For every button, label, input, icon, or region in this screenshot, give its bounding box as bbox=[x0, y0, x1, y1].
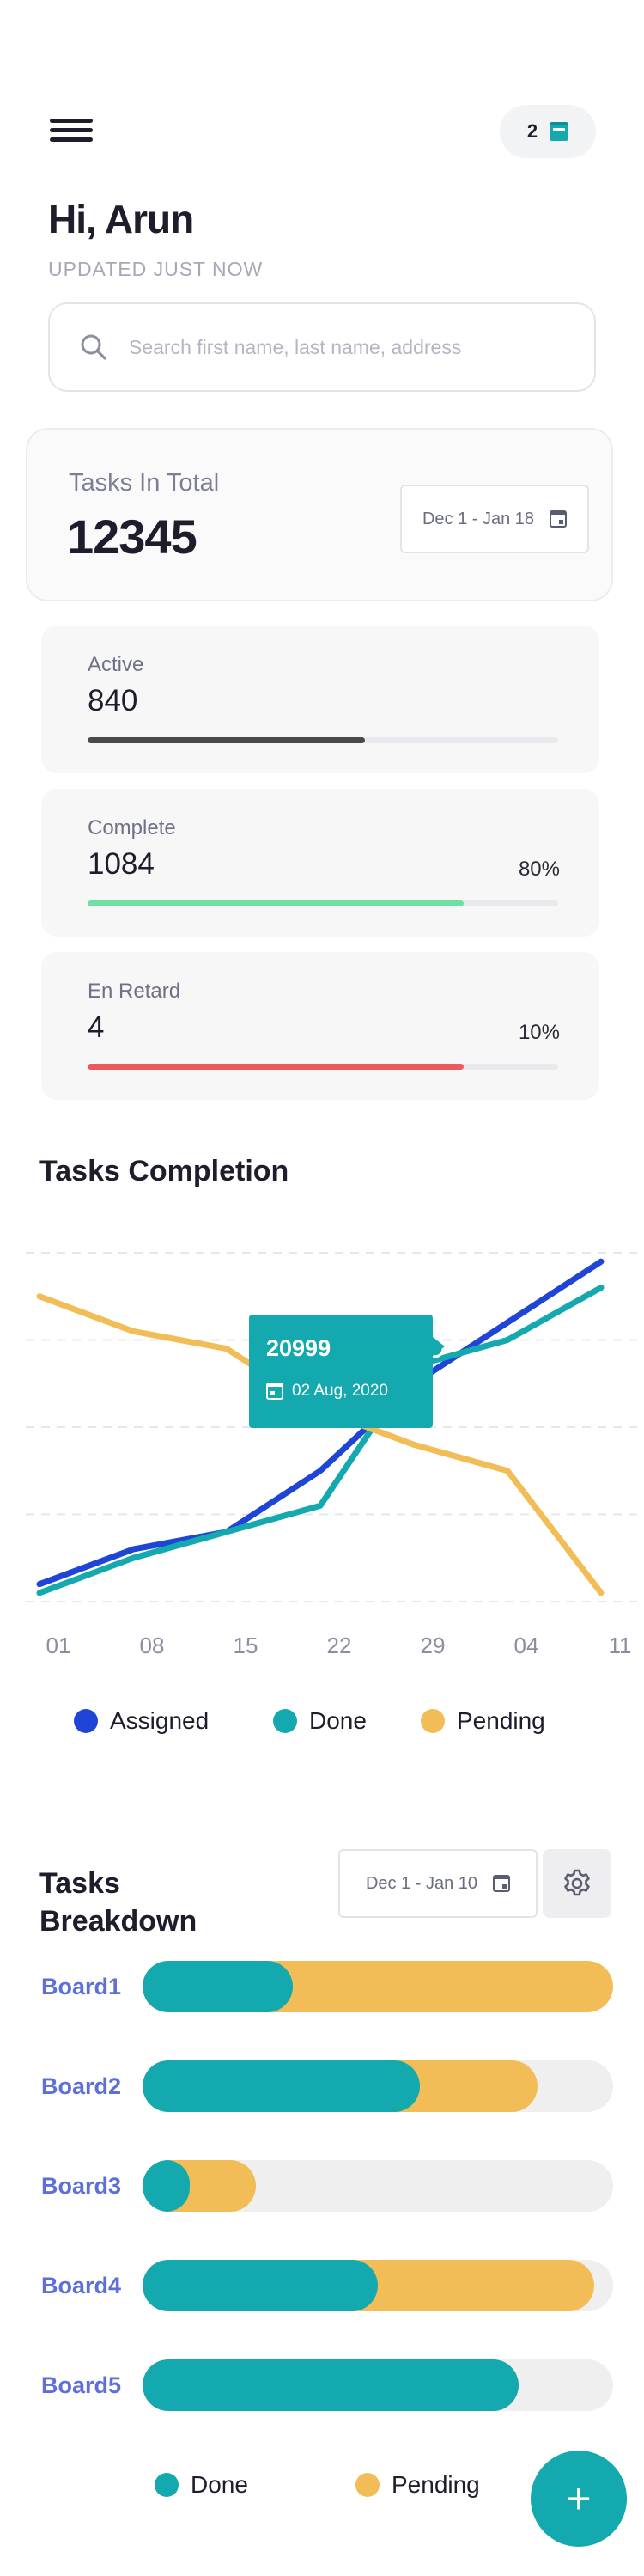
legend-label: Done bbox=[309, 1707, 367, 1734]
date-range-label: Dec 1 - Jan 18 bbox=[422, 509, 535, 528]
tooltip-date: 02 Aug, 2020 bbox=[292, 1382, 388, 1400]
legend-dot bbox=[74, 1709, 98, 1733]
legend-label: Done bbox=[191, 2471, 248, 2498]
board-bar-track bbox=[143, 2060, 613, 2112]
board-row: Board5 bbox=[41, 2359, 613, 2411]
tasks-completion-chart: 01 08 15 22 29 04 11 bbox=[26, 1252, 644, 1658]
tasks-total-card: Tasks In Total 12345 Dec 1 - Jan 18 bbox=[26, 428, 613, 601]
greeting-title: Hi, Arun bbox=[48, 197, 194, 241]
add-button[interactable]: + bbox=[531, 2451, 627, 2547]
x-tick-label: 29 bbox=[421, 1633, 446, 1658]
stat-value: 4 bbox=[88, 1010, 105, 1044]
stat-card-active: Active 840 bbox=[41, 626, 599, 773]
stat-card-en-retard: En Retard 4 10% bbox=[41, 952, 599, 1100]
board-done-bar bbox=[143, 2160, 190, 2212]
x-tick-label: 11 bbox=[609, 1633, 632, 1658]
board-row: Board3 bbox=[41, 2160, 613, 2212]
breakdown-legend-done: Done bbox=[155, 2471, 248, 2499]
board-bar-track bbox=[143, 2359, 613, 2411]
progress-fill bbox=[88, 737, 366, 743]
calendar-icon bbox=[493, 1875, 511, 1892]
calendar-icon bbox=[266, 1383, 283, 1400]
hamburger-line bbox=[50, 137, 93, 142]
tasks-total-label: Tasks In Total bbox=[69, 469, 220, 497]
tasks-completion-title: Tasks Completion bbox=[39, 1155, 289, 1187]
legend-item-assigned: Assigned bbox=[74, 1707, 209, 1735]
hamburger-icon[interactable] bbox=[50, 119, 93, 142]
progress-track bbox=[88, 1064, 558, 1070]
gear-icon bbox=[564, 1869, 590, 1896]
legend-label: Assigned bbox=[110, 1707, 210, 1734]
board-done-bar bbox=[143, 2260, 378, 2311]
stat-value: 840 bbox=[88, 684, 138, 717]
legend-dot bbox=[155, 2473, 179, 2497]
stat-percent: 10% bbox=[518, 1021, 560, 1044]
notification-count: 2 bbox=[526, 120, 538, 142]
hamburger-line bbox=[50, 128, 93, 132]
tooltip-value: 20999 bbox=[266, 1335, 331, 1361]
board-row: Board1 bbox=[41, 1961, 613, 2012]
tasks-breakdown-title: Tasks Breakdown bbox=[39, 1867, 197, 1938]
x-tick-label: 04 bbox=[514, 1633, 539, 1658]
stat-label: En Retard bbox=[88, 980, 181, 1003]
board-done-bar bbox=[143, 1961, 294, 2012]
progress-track bbox=[88, 737, 558, 743]
legend-label: Pending bbox=[457, 1707, 545, 1734]
updated-label: UPDATED JUST NOW bbox=[48, 258, 264, 280]
board-name: Board4 bbox=[41, 2272, 122, 2298]
board-name: Board3 bbox=[41, 2172, 122, 2199]
inbox-icon bbox=[550, 122, 569, 141]
stat-card-complete: Complete 1084 80% bbox=[41, 789, 599, 937]
legend-item-done: Done bbox=[273, 1707, 367, 1735]
settings-button[interactable] bbox=[543, 1849, 611, 1918]
notifications-button[interactable]: 2 bbox=[500, 105, 596, 158]
stat-percent: 80% bbox=[518, 858, 560, 881]
chart-tooltip: 20999 02 Aug, 2020 bbox=[249, 1315, 445, 1428]
board-done-bar bbox=[143, 2359, 519, 2411]
legend-dot bbox=[355, 2473, 380, 2497]
legend-label: Pending bbox=[392, 2471, 480, 2498]
hamburger-line bbox=[50, 119, 93, 123]
progress-track bbox=[88, 900, 558, 906]
x-tick-label: 01 bbox=[46, 1633, 71, 1658]
legend-dot bbox=[421, 1709, 445, 1733]
stat-label: Complete bbox=[88, 816, 176, 839]
board-row: Board2 bbox=[41, 2060, 613, 2112]
stat-label: Active bbox=[88, 653, 144, 676]
tasks-total-value: 12345 bbox=[67, 510, 197, 564]
board-bar-track bbox=[143, 1961, 613, 2012]
plus-icon: + bbox=[566, 2475, 592, 2523]
board-done-bar bbox=[143, 2060, 421, 2112]
board-name: Board2 bbox=[41, 2072, 122, 2099]
x-tick-label: 22 bbox=[327, 1633, 352, 1658]
board-name: Board1 bbox=[41, 1973, 122, 1999]
board-name: Board5 bbox=[41, 2372, 122, 2398]
breakdown-date-range-button[interactable]: Dec 1 - Jan 10 bbox=[338, 1849, 538, 1918]
calendar-icon bbox=[550, 510, 568, 528]
search-box[interactable] bbox=[48, 302, 596, 392]
legend-item-pending: Pending bbox=[421, 1707, 545, 1735]
board-bar-track bbox=[143, 2160, 613, 2212]
search-icon bbox=[81, 334, 106, 360]
date-range-button[interactable]: Dec 1 - Jan 18 bbox=[400, 485, 589, 553]
x-tick-label: 15 bbox=[234, 1633, 258, 1658]
legend-dot bbox=[273, 1709, 297, 1733]
board-bar-track bbox=[143, 2260, 613, 2311]
x-tick-label: 08 bbox=[140, 1633, 165, 1658]
breakdown-legend-pending: Pending bbox=[355, 2471, 480, 2499]
progress-fill bbox=[88, 1064, 465, 1070]
progress-fill bbox=[88, 900, 465, 906]
tooltip-date-row: 02 Aug, 2020 bbox=[266, 1382, 388, 1401]
search-input[interactable] bbox=[129, 335, 541, 359]
stat-value: 1084 bbox=[88, 847, 155, 881]
date-range-label: Dec 1 - Jan 10 bbox=[365, 1873, 478, 1893]
board-row: Board4 bbox=[41, 2260, 613, 2311]
